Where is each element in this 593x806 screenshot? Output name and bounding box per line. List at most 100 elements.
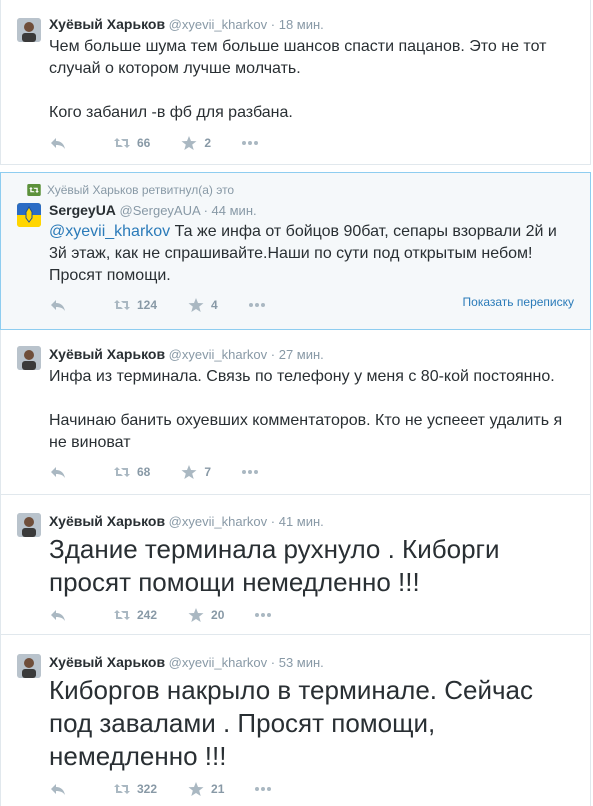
tweet-5[interactable]: Хуёвый Харьков @xyevii_kharkov · 53 мин.… xyxy=(0,635,591,806)
timestamp[interactable]: 18 мин. xyxy=(279,17,324,32)
timestamp[interactable]: 27 мин. xyxy=(279,347,324,362)
username[interactable]: @xyevii_kharkov xyxy=(169,514,267,529)
more-button[interactable] xyxy=(241,135,265,151)
avatar[interactable] xyxy=(17,654,41,678)
tweet-header: SergeyUA @SergeyAUA · 44 мин. xyxy=(49,202,257,219)
favorite-button[interactable]: 2 xyxy=(180,135,211,151)
more-icon xyxy=(242,141,259,145)
reply-button[interactable] xyxy=(49,464,73,480)
retweet-button[interactable]: 242 xyxy=(113,607,157,623)
tweet-3[interactable]: Хуёвый Харьков @xyevii_kharkov · 27 мин.… xyxy=(0,330,591,495)
retweet-context-text[interactable]: Хуёвый Харьков ретвитнул(а) это xyxy=(47,183,234,197)
reply-icon xyxy=(51,300,65,311)
reply-button[interactable] xyxy=(49,607,73,623)
retweet-count: 322 xyxy=(137,782,158,796)
tweet-2[interactable]: Хуёвый Харьков ретвитнул(а) это SergeyUA… xyxy=(0,172,591,330)
tweet-actions: 66 2 xyxy=(49,134,265,152)
retweet-button[interactable]: 322 xyxy=(113,781,157,797)
reply-icon xyxy=(51,610,65,621)
more-icon xyxy=(242,470,259,474)
timeline: Хуёвый Харьков @xyevii_kharkov · 18 мин.… xyxy=(0,0,593,806)
tweet-text-body: Киборгов накрыло в терминале. Сейчас под… xyxy=(49,675,534,771)
tweet-text-blank xyxy=(49,388,579,410)
tweet-text-body: Здание терминала рухнуло . Киборги прося… xyxy=(49,534,500,597)
retweet-button[interactable]: 124 xyxy=(113,297,157,313)
reply-icon xyxy=(51,138,65,149)
tweet-header: Хуёвый Харьков @xyevii_kharkov · 27 мин. xyxy=(49,346,324,363)
tweet-header: Хуёвый Харьков @xyevii_kharkov · 53 мин. xyxy=(49,654,324,671)
favorite-button[interactable]: 21 xyxy=(187,781,224,797)
tweet-text-blank xyxy=(49,80,579,102)
more-button[interactable] xyxy=(248,297,272,313)
favorite-icon xyxy=(181,465,197,479)
retweet-count: 68 xyxy=(137,465,151,479)
tweet-actions: 242 20 xyxy=(49,606,278,624)
favorite-count: 7 xyxy=(204,465,212,479)
avatar[interactable] xyxy=(17,18,41,42)
more-icon xyxy=(248,303,265,307)
timestamp[interactable]: 41 мин. xyxy=(279,514,324,529)
separator: · xyxy=(270,347,276,362)
username[interactable]: @xyevii_kharkov xyxy=(169,17,267,32)
tweet-text-line: Инфа из терминала. Связь по телефону у м… xyxy=(49,368,555,385)
username[interactable]: @SergeyAUA xyxy=(120,203,200,218)
retweet-context: Хуёвый Харьков ретвитнул(а) это xyxy=(27,183,234,197)
favorite-icon xyxy=(188,298,204,312)
favorite-count: 21 xyxy=(211,782,225,796)
retweet-button[interactable]: 66 xyxy=(113,135,150,151)
timestamp[interactable]: 53 мин. xyxy=(279,655,324,670)
fullname[interactable]: Хуёвый Харьков xyxy=(49,16,165,32)
tweet-header: Хуёвый Харьков @xyevii_kharkov · 18 мин. xyxy=(49,16,324,33)
favorite-icon xyxy=(188,608,204,622)
retweet-count: 124 xyxy=(137,298,158,312)
reply-button[interactable] xyxy=(49,135,73,151)
separator: · xyxy=(270,514,276,529)
reply-icon xyxy=(51,784,65,795)
timestamp[interactable]: 44 мин. xyxy=(212,203,257,218)
username[interactable]: @xyevii_kharkov xyxy=(169,347,267,362)
fullname[interactable]: Хуёвый Харьков xyxy=(49,513,165,529)
more-button[interactable] xyxy=(254,607,278,623)
more-icon xyxy=(255,613,272,617)
retweet-icon xyxy=(114,138,130,148)
favorite-icon xyxy=(181,136,197,150)
separator: · xyxy=(203,203,208,218)
retweet-context-icon xyxy=(27,184,41,196)
tweet-text: Инфа из терминала. Связь по телефону у м… xyxy=(49,366,579,454)
tweet-text-line: Кого забанил -в фб для разбана. xyxy=(49,104,293,121)
more-button[interactable] xyxy=(241,464,265,480)
reply-button[interactable] xyxy=(49,297,73,313)
tweet-actions: 124 4 xyxy=(49,296,272,314)
favorite-icon xyxy=(188,782,204,796)
username[interactable]: @xyevii_kharkov xyxy=(169,655,267,670)
retweet-icon xyxy=(114,784,130,794)
favorite-count: 20 xyxy=(211,608,225,622)
more-icon xyxy=(255,787,272,791)
show-conversation-link[interactable]: Показать переписку xyxy=(463,295,574,309)
tweet-text: Киборгов накрыло в терминале. Сейчас под… xyxy=(49,674,569,773)
retweet-button[interactable]: 68 xyxy=(113,464,150,480)
retweet-icon xyxy=(114,300,130,310)
avatar[interactable] xyxy=(17,203,41,227)
avatar[interactable] xyxy=(17,513,41,537)
tweet-header: Хуёвый Харьков @xyevii_kharkov · 41 мин. xyxy=(49,513,324,530)
separator: · xyxy=(270,17,276,32)
tweet-1[interactable]: Хуёвый Харьков @xyevii_kharkov · 18 мин.… xyxy=(0,0,591,165)
favorite-button[interactable]: 20 xyxy=(187,607,224,623)
favorite-button[interactable]: 4 xyxy=(187,297,218,313)
fullname[interactable]: Хуёвый Харьков xyxy=(49,654,165,670)
more-button[interactable] xyxy=(254,781,278,797)
fullname[interactable]: Хуёвый Харьков xyxy=(49,346,165,362)
mention-link[interactable]: @xyevii_kharkov xyxy=(49,223,170,240)
favorite-count: 4 xyxy=(211,298,218,312)
tweet-text: Здание терминала рухнуло . Киборги прося… xyxy=(49,533,549,599)
favorite-count: 2 xyxy=(204,136,212,150)
tweet-text: Чем больше шума тем больше шансов спасти… xyxy=(49,36,579,124)
tweet-4[interactable]: Хуёвый Харьков @xyevii_kharkov · 41 мин.… xyxy=(0,495,591,635)
fullname[interactable]: SergeyUA xyxy=(49,202,116,218)
avatar[interactable] xyxy=(17,346,41,370)
favorite-button[interactable]: 7 xyxy=(180,464,211,480)
separator: · xyxy=(270,655,276,670)
reply-button[interactable] xyxy=(49,781,73,797)
retweet-icon xyxy=(114,610,130,620)
